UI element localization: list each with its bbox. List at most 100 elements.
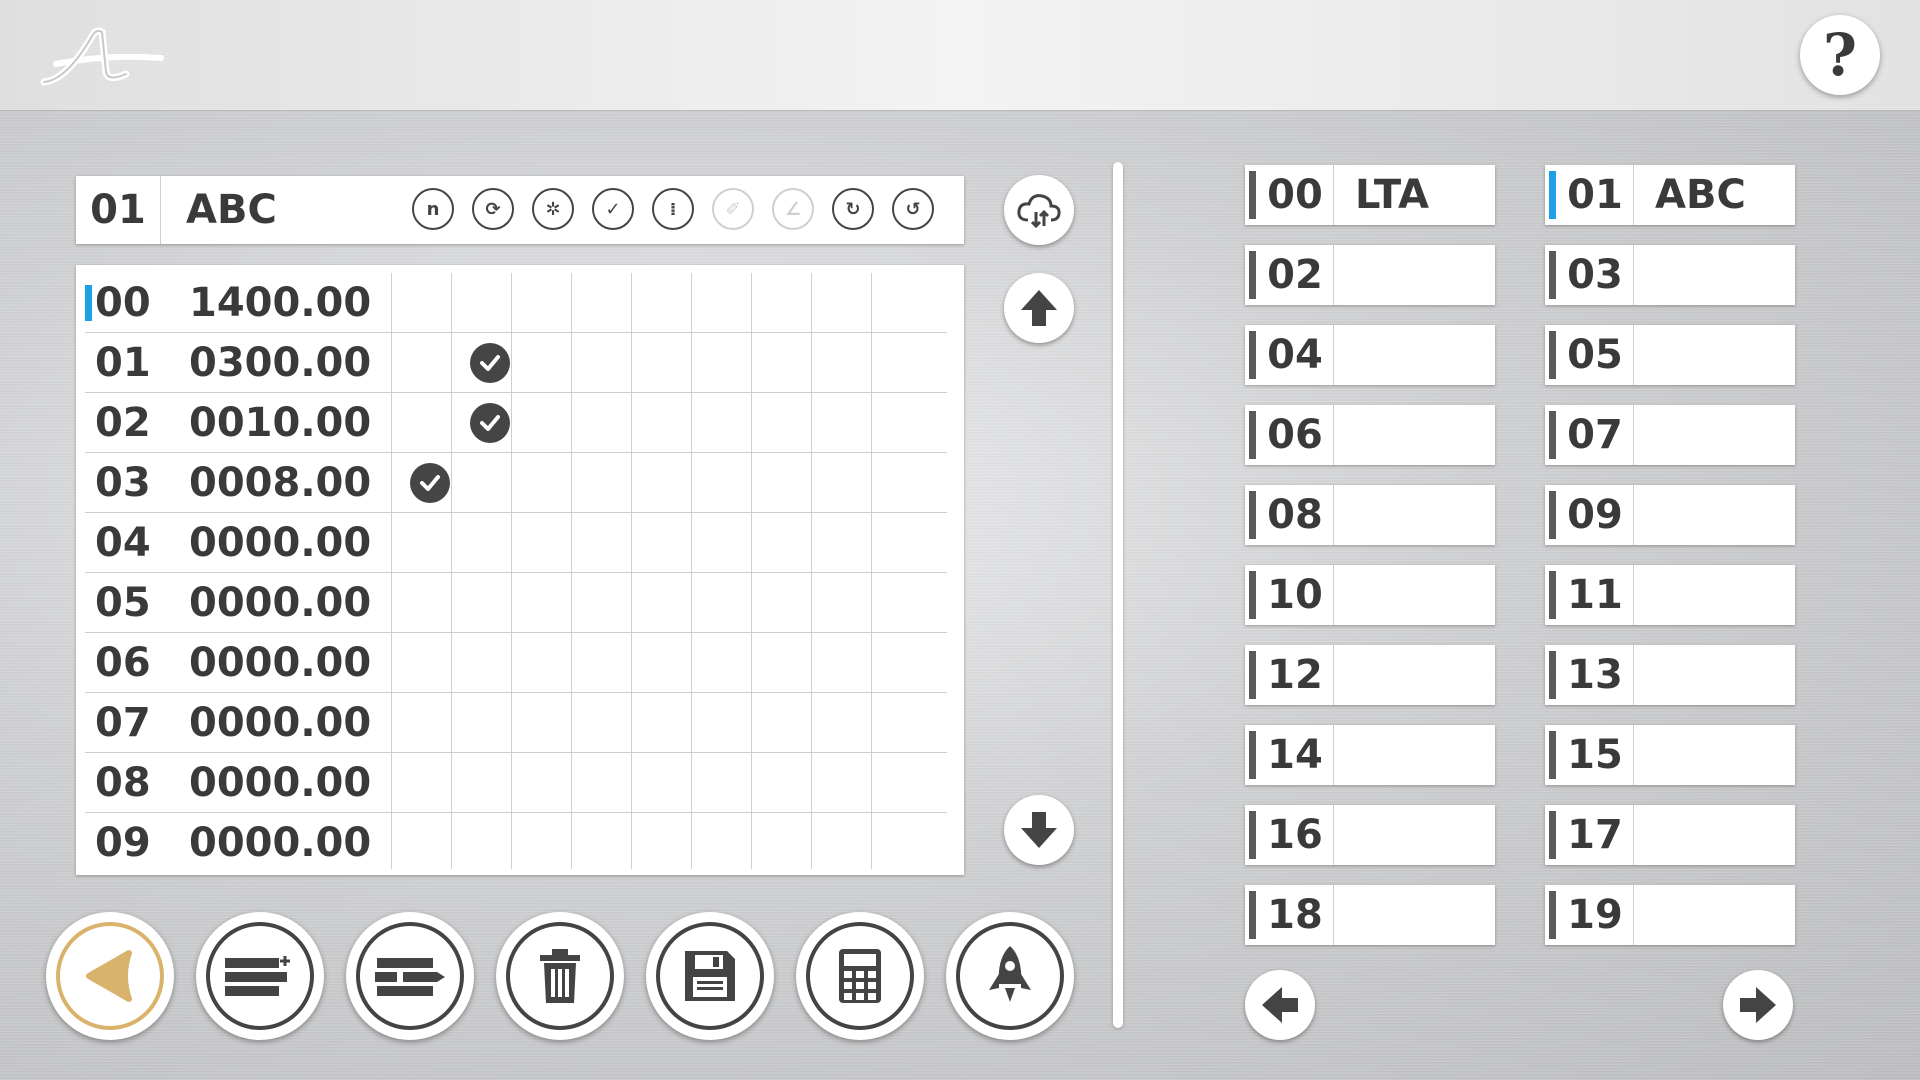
step-value[interactable]: 0010.00 xyxy=(189,393,371,453)
back-triangle-icon xyxy=(56,922,164,1030)
squeeze-icon[interactable]: ✲ xyxy=(532,188,574,230)
arrow-right-icon xyxy=(1740,987,1776,1023)
panel-divider xyxy=(1113,162,1123,1028)
program-slot[interactable]: 02 xyxy=(1245,245,1495,305)
next-page-button[interactable] xyxy=(1723,970,1793,1040)
step-value[interactable]: 0008.00 xyxy=(189,453,371,513)
program-slot[interactable]: 10 xyxy=(1245,565,1495,625)
step-value[interactable]: 0000.00 xyxy=(189,573,371,633)
table-row[interactable]: 00 1400.00 xyxy=(85,273,947,333)
slot-indicator xyxy=(1549,411,1556,459)
scroll-up-button[interactable] xyxy=(1004,273,1074,343)
arrow-left-icon xyxy=(1262,987,1298,1023)
table-row[interactable]: 02 0010.00 xyxy=(85,393,947,453)
slot-number: 12 xyxy=(1257,645,1334,705)
table-row[interactable]: 07 0000.00 xyxy=(85,693,947,753)
rocket-icon xyxy=(956,922,1064,1030)
slot-indicator xyxy=(1549,251,1556,299)
rotate-cw-icon[interactable]: ↻ xyxy=(832,188,874,230)
cloud-sync-button[interactable] xyxy=(1004,175,1074,245)
program-slot[interactable]: 05 xyxy=(1545,325,1795,385)
program-slot[interactable]: 16 xyxy=(1245,805,1495,865)
slot-indicator xyxy=(1549,171,1556,219)
program-slot[interactable]: 04 xyxy=(1245,325,1495,385)
slot-number: 06 xyxy=(1257,405,1334,465)
n-icon[interactable]: n xyxy=(412,188,454,230)
table-row[interactable]: 06 0000.00 xyxy=(85,633,947,693)
top-bar: ? xyxy=(0,0,1920,111)
launch-button[interactable] xyxy=(946,912,1074,1040)
step-value[interactable]: 0000.00 xyxy=(189,633,371,693)
cycle-icon[interactable]: ⟳ xyxy=(472,188,514,230)
calculator-button[interactable] xyxy=(796,912,924,1040)
slot-number: 11 xyxy=(1557,565,1634,625)
back-button[interactable] xyxy=(46,912,174,1040)
selected-indicator xyxy=(85,285,92,321)
table-row[interactable]: 04 0000.00 xyxy=(85,513,947,573)
slot-indicator xyxy=(1249,331,1256,379)
program-slot[interactable]: 19 xyxy=(1545,885,1795,945)
check-icon[interactable] xyxy=(470,343,510,383)
table-row[interactable]: 09 0000.00 xyxy=(85,813,947,873)
previous-page-button[interactable] xyxy=(1245,970,1315,1040)
save-button[interactable] xyxy=(646,912,774,1040)
align-icon[interactable]: ✓ xyxy=(592,188,634,230)
slot-number: 14 xyxy=(1257,725,1334,785)
program-slot[interactable]: 09 xyxy=(1545,485,1795,545)
step-value[interactable]: 0000.00 xyxy=(189,693,371,753)
program-slot[interactable]: 13 xyxy=(1545,645,1795,705)
program-slot[interactable]: 06 xyxy=(1245,405,1495,465)
step-index: 08 xyxy=(95,760,151,806)
slot-number: 02 xyxy=(1257,245,1334,305)
help-button[interactable]: ? xyxy=(1800,15,1880,95)
move-step-button[interactable] xyxy=(346,912,474,1040)
rotate-ccw-icon[interactable]: ↺ xyxy=(892,188,934,230)
step-value[interactable]: 1400.00 xyxy=(189,273,371,333)
insert-step-button[interactable] xyxy=(196,912,324,1040)
step-value[interactable]: 0000.00 xyxy=(189,813,371,873)
step-index: 03 xyxy=(95,460,151,506)
program-slot[interactable]: 14 xyxy=(1245,725,1495,785)
calculator-icon xyxy=(806,922,914,1030)
slot-name: LTA xyxy=(1355,172,1430,218)
table-row[interactable]: 01 0300.00 xyxy=(85,333,947,393)
floppy-disk-icon xyxy=(656,922,764,1030)
program-slot[interactable]: 00 LTA xyxy=(1245,165,1495,225)
cut-icon[interactable]: ⁞ xyxy=(652,188,694,230)
step-index: 07 xyxy=(95,700,151,746)
program-slot[interactable]: 07 xyxy=(1545,405,1795,465)
slot-number: 04 xyxy=(1257,325,1334,385)
program-slot[interactable]: 11 xyxy=(1545,565,1795,625)
slot-name: ABC xyxy=(1655,172,1746,218)
program-slot[interactable]: 12 xyxy=(1245,645,1495,705)
slot-number: 18 xyxy=(1257,885,1334,945)
slot-indicator xyxy=(1549,331,1556,379)
program-slot[interactable]: 18 xyxy=(1245,885,1495,945)
table-row[interactable]: 03 0008.00 xyxy=(85,453,947,513)
slot-indicator xyxy=(1249,491,1256,539)
delete-button[interactable] xyxy=(496,912,624,1040)
scroll-down-button[interactable] xyxy=(1004,795,1074,865)
brush-icon: ✐ xyxy=(712,188,754,230)
trash-icon xyxy=(506,922,614,1030)
program-number: 01 xyxy=(76,176,161,244)
arrow-up-icon xyxy=(1021,290,1057,326)
slot-indicator xyxy=(1249,811,1256,859)
slot-number: 16 xyxy=(1257,805,1334,865)
step-value[interactable]: 0000.00 xyxy=(189,513,371,573)
program-slot[interactable]: 03 xyxy=(1545,245,1795,305)
check-icon[interactable] xyxy=(470,403,510,443)
slot-number: 01 xyxy=(1557,165,1634,225)
table-row[interactable]: 08 0000.00 xyxy=(85,753,947,813)
program-slot[interactable]: 08 xyxy=(1245,485,1495,545)
program-slot[interactable]: 17 xyxy=(1545,805,1795,865)
program-slot[interactable]: 15 xyxy=(1545,725,1795,785)
steps-table: 00 1400.00 01 0300.00 02 0010.00 03 0008.00 04 00… xyxy=(76,265,964,875)
program-name[interactable]: ABC xyxy=(186,176,277,244)
slot-indicator xyxy=(1249,251,1256,299)
step-value[interactable]: 0300.00 xyxy=(189,333,371,393)
program-slot[interactable]: 01 ABC xyxy=(1545,165,1795,225)
table-row[interactable]: 05 0000.00 xyxy=(85,573,947,633)
check-icon[interactable] xyxy=(410,463,450,503)
step-value[interactable]: 0000.00 xyxy=(189,753,371,813)
